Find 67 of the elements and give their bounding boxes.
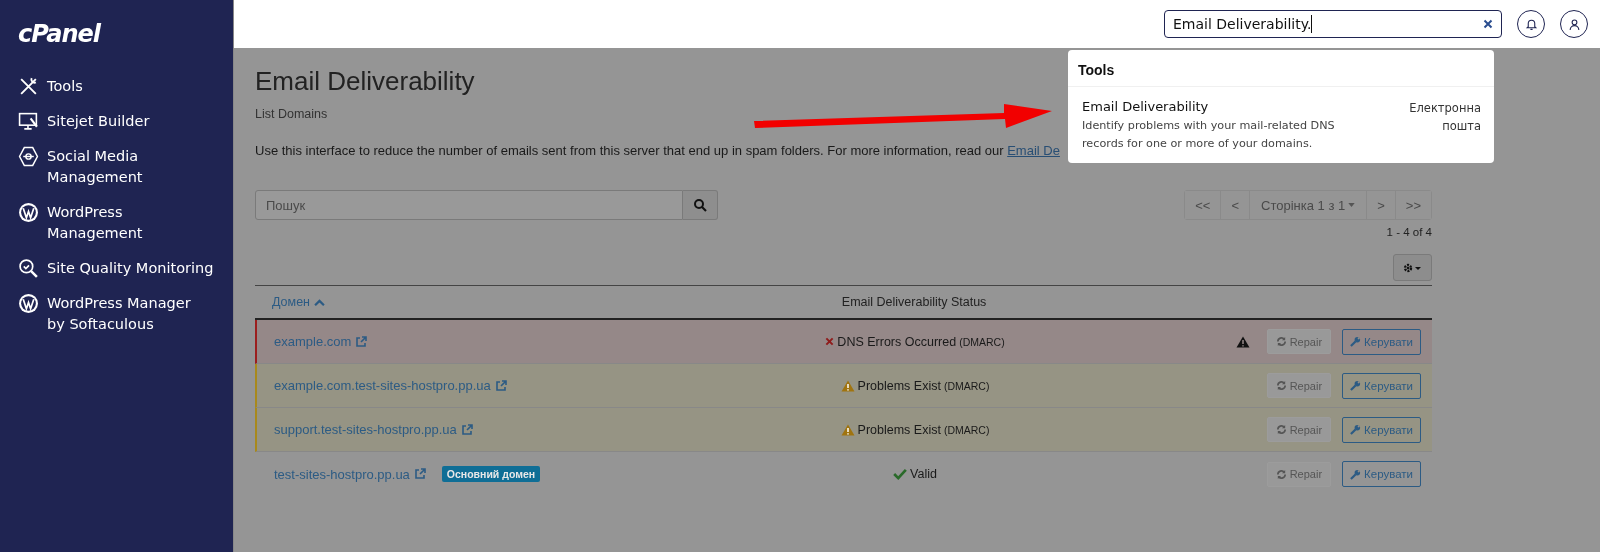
user-button[interactable] xyxy=(1560,10,1588,38)
result-title: Email Deliverability xyxy=(1082,99,1210,114)
close-icon[interactable] xyxy=(1483,19,1493,29)
warning-icon xyxy=(840,423,855,436)
sidebar-item[interactable]: Tools xyxy=(18,76,83,97)
wordpress-icon xyxy=(18,202,39,223)
sidebar-item[interactable]: Social Media Management xyxy=(18,146,222,188)
check-icon xyxy=(893,468,908,480)
first-page-button[interactable]: << xyxy=(1185,191,1222,219)
page-title: Email Deliverability xyxy=(255,66,475,97)
logo[interactable]: cPanel xyxy=(18,20,101,48)
wordpress-icon xyxy=(18,293,39,314)
status-text: DNS Errors Occurred xyxy=(837,334,957,349)
domain-link[interactable]: example.com xyxy=(274,334,352,349)
refresh-icon xyxy=(1275,380,1287,391)
bell-icon xyxy=(1524,17,1538,31)
page-subtitle: List Domains xyxy=(255,107,328,121)
warning-icon xyxy=(840,379,855,392)
hexagon-icon xyxy=(18,146,39,167)
search-field[interactable]: Пошук xyxy=(255,190,683,220)
manage-button[interactable]: Керувати xyxy=(1342,372,1421,399)
status-text: Valid xyxy=(910,467,937,481)
search-field[interactable]: Email Deliverability. xyxy=(1164,10,1502,38)
search-icon xyxy=(693,198,707,212)
column-header: Email Deliverability Status xyxy=(840,295,988,309)
record-count: 1 - 4 of 4 xyxy=(1386,226,1432,238)
wrench-icon xyxy=(1350,468,1362,480)
user-icon xyxy=(1567,17,1581,31)
documentation-link[interactable]: Email De xyxy=(1007,143,1060,158)
manage-button[interactable]: Керувати xyxy=(1342,461,1421,487)
refresh-icon xyxy=(1275,424,1287,435)
monitor-icon xyxy=(18,111,39,132)
search-icon xyxy=(18,258,39,279)
status-detail: (DMARC) xyxy=(943,379,990,392)
sidebar-item[interactable]: Site Quality Monitoring xyxy=(18,258,214,279)
domain-link[interactable]: support.test-sites-hostpro.pp.ua xyxy=(274,422,457,437)
sidebar-item[interactable]: WordPress Management xyxy=(18,202,197,244)
wrench-icon xyxy=(1350,336,1362,347)
status-text: Problems Exist xyxy=(857,422,941,437)
tools-icon xyxy=(18,76,39,97)
cross-icon xyxy=(825,337,835,346)
domain-link[interactable]: example.com.test-sites-hostpro.pp.ua xyxy=(274,378,491,393)
result-category: Електронна пошта xyxy=(1408,100,1481,135)
sidebar-item[interactable]: Sitejet Builder xyxy=(18,111,150,132)
intro-text: Use this interface to reduce the number of emails sent from this server that end up in spam folders. For more information, read our Email De xyxy=(255,143,1060,158)
wrench-icon xyxy=(1350,424,1362,435)
column-header[interactable]: Домен xyxy=(255,295,726,309)
sidebar-item[interactable]: WordPress Manager by Softaculous xyxy=(18,293,197,335)
status-detail: (DMARC) xyxy=(959,335,1005,348)
wrench-icon xyxy=(1350,380,1362,391)
results-heading: Tools xyxy=(1068,50,1494,87)
status-detail: (DMARC) xyxy=(943,423,990,436)
status-text: Problems Exist xyxy=(857,378,941,393)
search-result[interactable]: Email Deliverability Identify problems with your mail-related DNS records for one or more of your domains. Електронна пошта xyxy=(1068,87,1494,163)
result-description: Identify problems with your mail-related DNS records for one or more of your domains. xyxy=(1082,118,1336,152)
refresh-icon xyxy=(1275,468,1287,480)
domain-link[interactable]: test-sites-hostpro.pp.ua xyxy=(274,466,410,482)
sort-icon xyxy=(314,298,325,306)
notifications-button[interactable] xyxy=(1517,10,1545,38)
manage-button[interactable]: Керувати xyxy=(1342,328,1421,355)
refresh-icon xyxy=(1275,336,1287,347)
search-button[interactable] xyxy=(683,190,718,220)
settings-icon xyxy=(1402,262,1423,273)
manage-button[interactable]: Керувати xyxy=(1342,416,1421,443)
primary-domain-badge: Основний домен xyxy=(441,466,541,482)
caret-icon xyxy=(1348,203,1356,207)
settings-button[interactable] xyxy=(1393,254,1432,281)
